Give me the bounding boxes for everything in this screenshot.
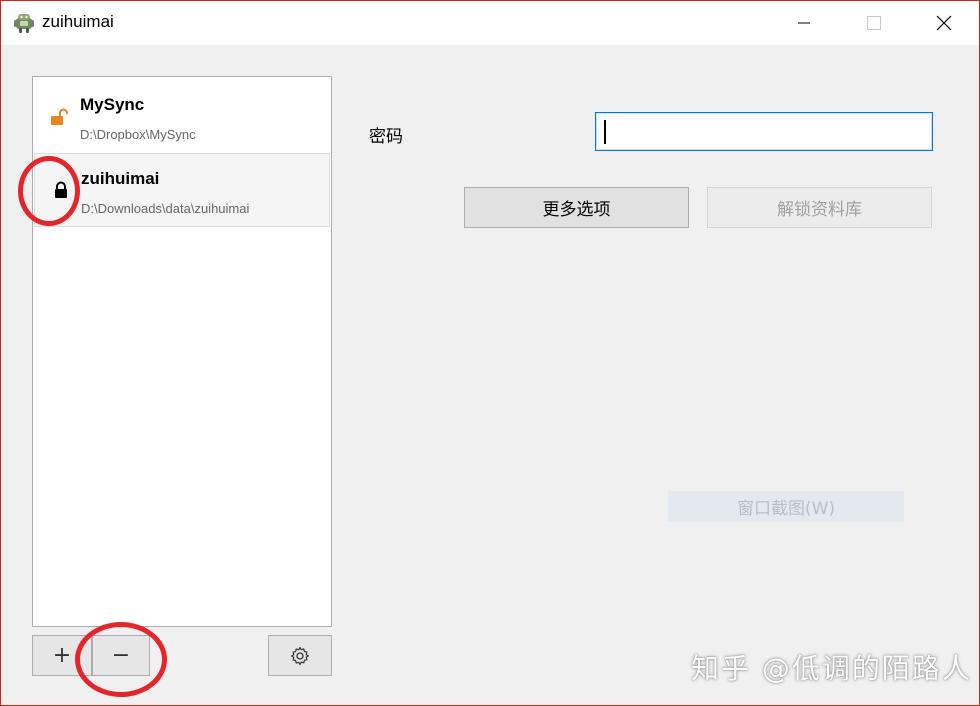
unlock-library-button[interactable]: 解锁资料库 (707, 187, 932, 228)
library-item-mysync[interactable]: MySync D:\Dropbox\MySync (34, 79, 330, 153)
screenshot-tooltip: 窗口截图(W) (668, 491, 904, 522)
password-input[interactable] (595, 112, 933, 151)
title-bar[interactable]: zuihuimai (1, 1, 979, 45)
password-label: 密码 (369, 127, 403, 147)
text-caret (604, 120, 606, 144)
close-button[interactable] (921, 1, 967, 45)
remove-label: − (111, 643, 131, 668)
minimize-icon (798, 22, 810, 24)
maximize-icon (867, 16, 881, 30)
settings-button[interactable] (268, 635, 332, 676)
maximize-button[interactable] (851, 1, 897, 45)
more-options-button[interactable]: 更多选项 (464, 187, 689, 228)
gear-icon (290, 646, 309, 665)
close-icon (936, 15, 952, 31)
add-library-button[interactable]: + (32, 635, 92, 676)
library-path: D:\Dropbox\MySync (80, 127, 196, 142)
minimize-button[interactable] (781, 1, 827, 45)
library-list[interactable]: MySync D:\Dropbox\MySync zuihuimai D:\Do… (32, 76, 332, 627)
remove-library-button[interactable]: − (92, 635, 150, 676)
add-label: + (52, 643, 72, 668)
locked-icon (55, 181, 67, 198)
library-name: MySync (80, 95, 145, 114)
android-robot-icon (14, 14, 34, 33)
library-item-zuihuimai[interactable]: zuihuimai D:\Downloads\data\zuihuimai (34, 153, 330, 227)
unlocked-icon (51, 108, 68, 125)
library-name: zuihuimai (81, 169, 160, 188)
watermark: 知乎 @低调的陌路人 (691, 652, 972, 685)
app-window: zuihuimai MySync D:\Dropbox\MySync zuihu… (0, 0, 980, 706)
library-path: D:\Downloads\data\zuihuimai (81, 201, 250, 216)
window-title: zuihuimai (42, 12, 114, 31)
